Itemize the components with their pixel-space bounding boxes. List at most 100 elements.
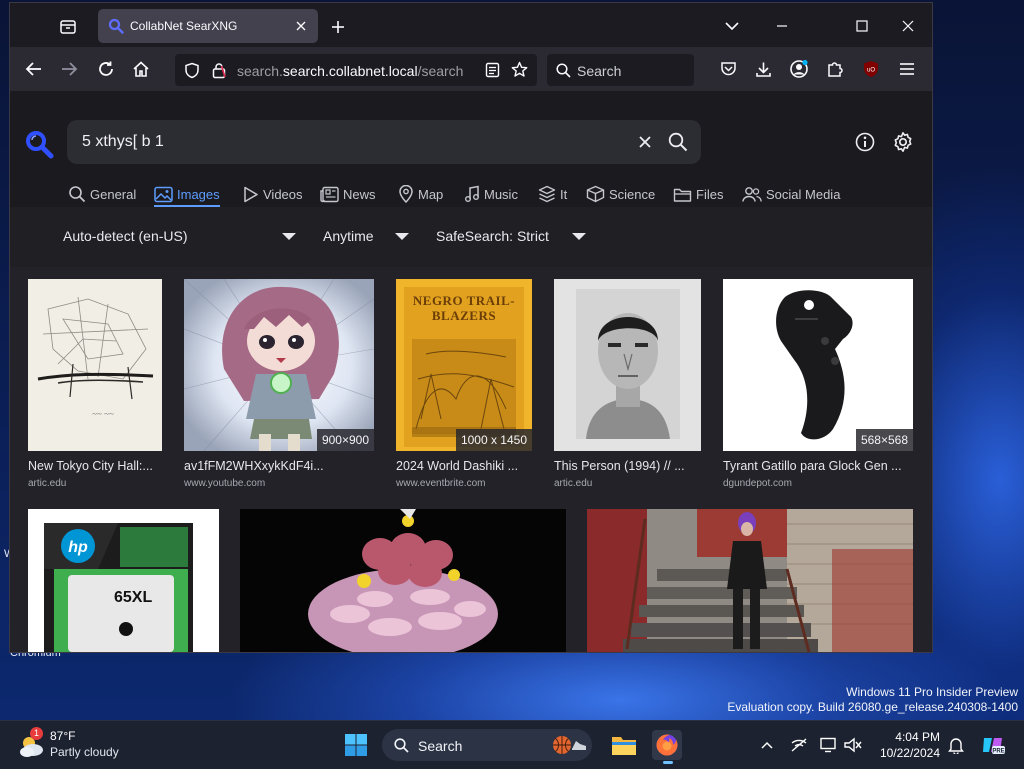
result-thumbnail[interactable] xyxy=(587,509,913,652)
tab-images[interactable]: Images xyxy=(154,183,220,207)
close-icon xyxy=(639,136,651,148)
show-hidden-icons-button[interactable] xyxy=(757,735,777,755)
language-caret-icon[interactable] xyxy=(282,233,296,240)
image-result-card[interactable]: hp 65XL xyxy=(28,509,219,652)
info-button[interactable] xyxy=(853,130,877,154)
clear-search-button[interactable] xyxy=(635,132,655,152)
image-result-card[interactable]: 568×568 Tyrant Gatillo para Glock Gen ..… xyxy=(723,279,913,491)
result-title[interactable]: New Tokyo City Hall:... xyxy=(28,459,162,473)
cube-icon xyxy=(586,185,605,203)
result-thumbnail[interactable]: 900×900 xyxy=(184,279,374,451)
searxng-logo-icon[interactable] xyxy=(24,129,54,159)
person-on-stairs-image xyxy=(587,509,913,652)
image-result-card[interactable]: NEGRO TRAIL-BLAZERS 1000 x 1450 2024 Wor… xyxy=(396,279,532,491)
result-title[interactable]: 2024 World Dashiki ... xyxy=(396,459,532,473)
basketball-icon xyxy=(553,736,571,754)
result-title[interactable]: av1fFM2WHXxykKdF4i... xyxy=(184,459,334,473)
time-range-caret-icon[interactable] xyxy=(395,233,409,240)
safesearch-select[interactable]: SafeSearch: Strict xyxy=(436,228,549,244)
tab-social-media[interactable]: Social Media xyxy=(742,183,840,205)
safesearch-caret-icon[interactable] xyxy=(572,233,586,240)
downloads-button[interactable] xyxy=(751,57,775,81)
reader-view-icon[interactable] xyxy=(485,62,500,78)
browser-search-box[interactable]: Search xyxy=(547,54,694,86)
minimize-button[interactable] xyxy=(769,15,795,37)
result-source: artic.edu xyxy=(28,478,67,489)
result-thumbnail[interactable]: ~~ ~~ xyxy=(28,279,162,451)
tab-map[interactable]: Map xyxy=(398,183,443,205)
result-source: www.youtube.com xyxy=(184,478,266,489)
tab-general[interactable]: General xyxy=(68,183,136,205)
image-result-card[interactable]: ~~ ~~ New Tokyo City Hall:... artic.edu xyxy=(28,279,162,491)
image-result-card[interactable] xyxy=(587,509,913,652)
weather-widget[interactable]: 1 87°F Partly cloudy xyxy=(18,727,138,763)
close-window-button[interactable] xyxy=(895,15,921,37)
account-button[interactable] xyxy=(787,57,811,81)
bookmark-star-icon[interactable] xyxy=(511,61,528,78)
search-query-input[interactable]: 5 xthys[ b 1 xyxy=(82,133,164,151)
minimize-icon xyxy=(777,25,787,27)
start-button[interactable] xyxy=(341,730,371,760)
clock-time: 4:04 PM xyxy=(895,730,940,744)
tab-music[interactable]: Music xyxy=(464,183,518,205)
display-status-button[interactable] xyxy=(819,735,839,755)
folder-icon xyxy=(673,188,692,202)
clock-date: 10/22/2024 xyxy=(879,746,940,760)
result-title[interactable]: This Person (1994) // ... xyxy=(554,459,701,473)
back-button[interactable] xyxy=(22,57,46,81)
app-menu-button[interactable] xyxy=(895,57,919,81)
result-thumbnail[interactable]: NEGRO TRAIL-BLAZERS 1000 x 1450 xyxy=(396,279,532,451)
forward-button[interactable] xyxy=(57,57,81,81)
image-result-card[interactable] xyxy=(240,509,566,652)
volume-button[interactable] xyxy=(843,735,863,755)
pocket-button[interactable] xyxy=(716,57,740,81)
tab-news[interactable]: News xyxy=(320,183,376,205)
system-clock[interactable]: 4:04 PM 10/22/2024 xyxy=(866,729,940,761)
tab-it[interactable]: It xyxy=(538,183,567,205)
time-range-select[interactable]: Anytime xyxy=(323,228,374,244)
tab-science[interactable]: Science xyxy=(586,183,655,205)
tab-list-button[interactable] xyxy=(54,13,82,41)
firefox-taskbar-button[interactable] xyxy=(652,730,682,764)
pocket-icon xyxy=(720,62,736,76)
copilot-button[interactable]: PRE xyxy=(980,735,1006,755)
file-explorer-button[interactable] xyxy=(609,730,639,760)
lock-icon[interactable] xyxy=(212,62,226,79)
address-bar[interactable]: search.search.collabnet.local/search xyxy=(175,54,537,86)
result-thumbnail[interactable] xyxy=(240,509,566,652)
result-thumbnail[interactable]: hp 65XL xyxy=(28,509,219,652)
maximize-button[interactable] xyxy=(849,15,875,37)
submit-search-button[interactable] xyxy=(668,132,688,152)
notifications-button[interactable] xyxy=(946,735,966,755)
result-title[interactable]: Tyrant Gatillo para Glock Gen ... xyxy=(723,459,913,473)
tab-collabnet-searxng[interactable]: CollabNet SearXNG xyxy=(98,9,318,43)
copilot-icon: PRE xyxy=(983,738,1005,755)
list-all-tabs-button[interactable] xyxy=(719,15,745,37)
reload-button[interactable] xyxy=(94,57,118,81)
search-icon xyxy=(69,186,86,203)
extensions-button[interactable] xyxy=(823,57,847,81)
tab-close-button[interactable] xyxy=(293,18,309,34)
tab-files[interactable]: Files xyxy=(673,183,723,205)
svg-text:hp: hp xyxy=(68,539,88,556)
plus-icon xyxy=(332,21,344,33)
taskbar-search-box[interactable]: Search xyxy=(382,729,592,761)
network-status-button[interactable] xyxy=(789,735,809,755)
url-text[interactable]: search.search.collabnet.local/search xyxy=(237,63,463,79)
image-result-card[interactable]: 900×900 av1fFM2WHXxykKdF4i... www.youtub… xyxy=(184,279,374,491)
searxng-page: 5 xthys[ b 1 General Images Videos News … xyxy=(10,91,932,652)
result-thumbnail[interactable]: 568×568 xyxy=(723,279,913,451)
language-select[interactable]: Auto-detect (en-US) xyxy=(63,228,188,244)
tab-videos[interactable]: Videos xyxy=(242,183,303,205)
close-icon xyxy=(296,21,306,31)
new-tab-button[interactable] xyxy=(328,17,348,37)
preferences-button[interactable] xyxy=(891,130,915,154)
ublock-origin-button[interactable]: uO xyxy=(859,57,883,81)
shield-icon[interactable] xyxy=(184,62,200,79)
search-query-box[interactable]: 5 xthys[ b 1 xyxy=(67,120,701,164)
svg-text:PRE: PRE xyxy=(992,749,1004,755)
tab-news-label: News xyxy=(343,186,376,202)
image-result-card[interactable]: This Person (1994) // ... artic.edu xyxy=(554,279,701,491)
result-thumbnail[interactable] xyxy=(554,279,701,451)
home-button[interactable] xyxy=(129,57,153,81)
